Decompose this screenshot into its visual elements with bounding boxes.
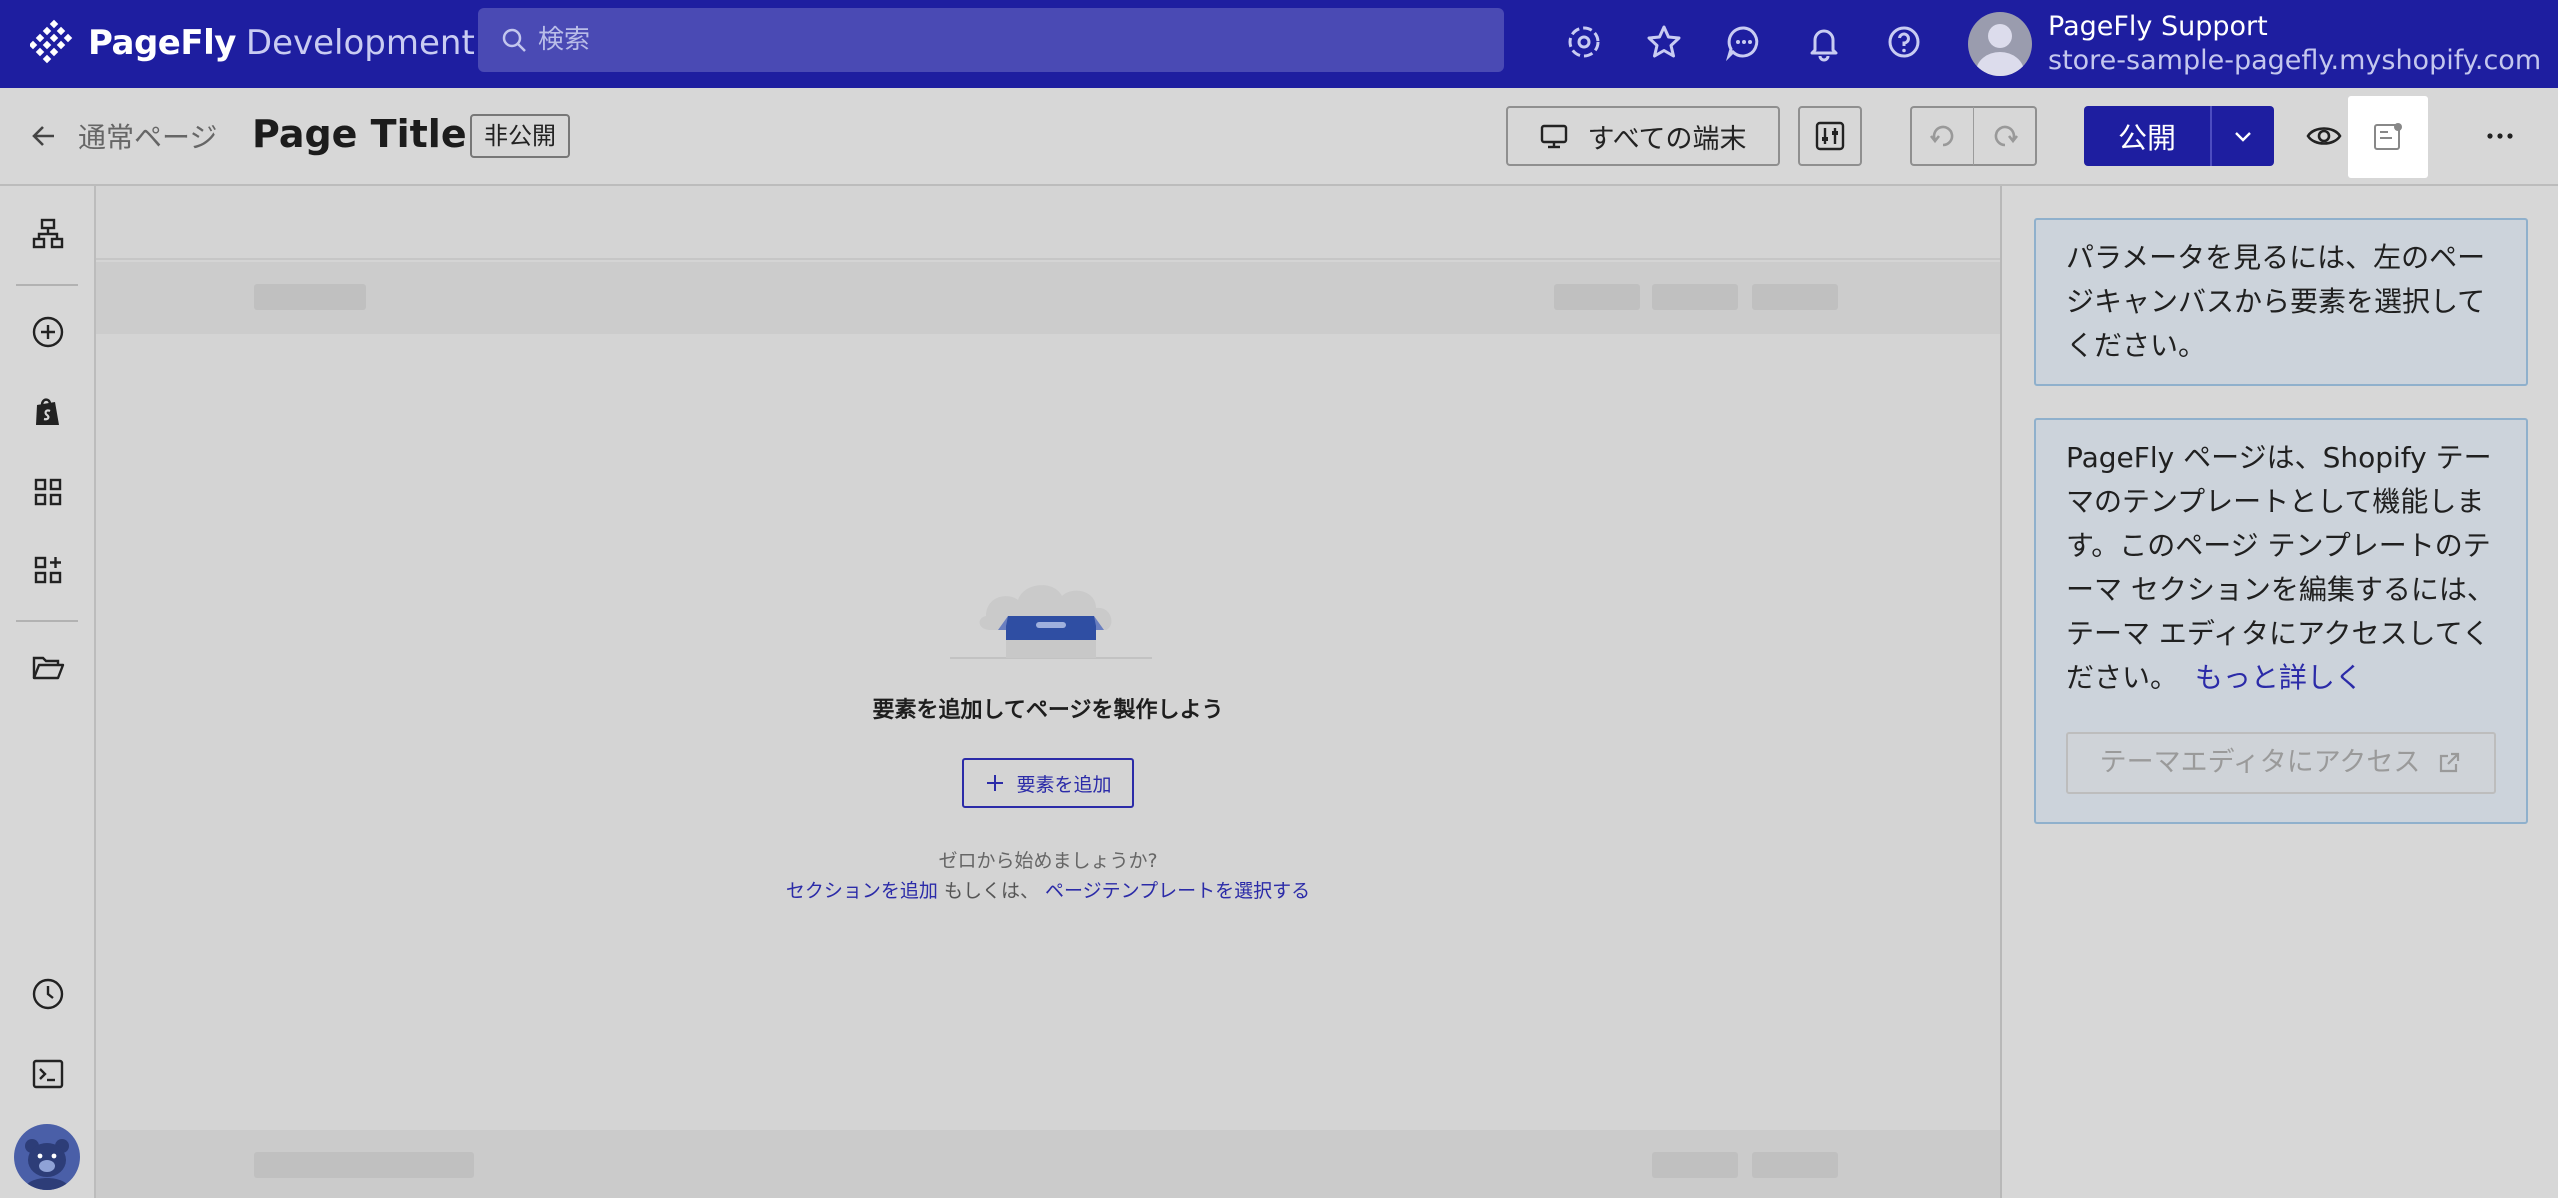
settings-gear-icon[interactable]: [1562, 20, 1606, 64]
preview-button[interactable]: [2300, 112, 2348, 160]
desktop-icon: [1541, 124, 1568, 149]
canvas-top-band: [96, 186, 2000, 260]
select-element-hint: パラメータを見るには、左のページキャンバスから要素を選択してください。: [2066, 241, 2486, 362]
undo-button[interactable]: [1910, 106, 1974, 166]
rail-divider: [16, 284, 78, 286]
theme-editor-button[interactable]: テーマエディタにアクセス: [2066, 732, 2496, 794]
grid-icon[interactable]: [26, 470, 70, 514]
account-menu[interactable]: PageFly Support store-sample-pagefly.mys…: [1968, 6, 2541, 82]
redo-button[interactable]: [1973, 106, 2037, 166]
plus-icon: [987, 775, 1004, 791]
publish-button[interactable]: 公開: [2084, 106, 2212, 166]
layers-icon[interactable]: [26, 212, 70, 256]
header-nav-skeleton: [1554, 284, 1640, 310]
more-options-button[interactable]: [2476, 112, 2524, 160]
undo-icon: [1929, 125, 1953, 147]
brand[interactable]: PageFly Development: [30, 18, 475, 68]
empty-state-title: 要素を追加してページを製作しよう: [872, 698, 1224, 723]
learn-more-link[interactable]: もっと詳しく: [2195, 661, 2363, 694]
back-label: 通常ページ: [78, 121, 218, 154]
device-selector-button[interactable]: すべての端末: [1506, 106, 1780, 166]
account-user-name: PageFly Support: [2048, 11, 2268, 42]
add-circle-icon[interactable]: [26, 310, 70, 354]
status-badge: 非公開: [470, 114, 570, 158]
header-nav-skeleton: [1752, 284, 1838, 310]
or-text: もしくは、: [943, 880, 1039, 902]
footer-skeleton: [254, 1152, 474, 1178]
page-note-icon: [2374, 123, 2402, 150]
arrow-left-icon: [32, 126, 54, 146]
back-button[interactable]: 通常ページ: [30, 116, 217, 156]
top-bar: PageFly Development 検索 PageFly Support s…: [0, 0, 2558, 88]
theme-footer-placeholder: [96, 1130, 2000, 1198]
history-clock-icon[interactable]: [26, 972, 70, 1016]
empty-state-actions: セクションを追加 もしくは、 ページテンプレートを選択する: [96, 876, 2000, 903]
empty-box-illustration-icon: [950, 585, 1152, 659]
star-icon[interactable]: [1642, 20, 1686, 64]
pagefly-logo-icon: [30, 19, 73, 64]
search-icon: [502, 28, 526, 52]
sliders-icon: [1815, 121, 1845, 151]
header-nav-skeleton: [1652, 284, 1738, 310]
add-element-button[interactable]: 要素を追加: [962, 758, 1134, 808]
footer-skeleton: [1752, 1152, 1838, 1178]
header-logo-skeleton: [254, 284, 366, 310]
theme-note: PageFly ページは、Shopify テーマのテンプレートとして機能します。…: [2066, 441, 2495, 694]
redo-icon: [1994, 125, 2018, 147]
external-link-icon: [2440, 752, 2460, 773]
more-horizontal-icon: [2487, 133, 2513, 139]
left-rail: [0, 186, 96, 1198]
device-label: すべての端末: [1587, 123, 1747, 155]
chat-icon[interactable]: [1722, 20, 1766, 64]
chevron-down-icon: [2235, 132, 2251, 142]
footer-skeleton: [1652, 1152, 1738, 1178]
empty-state-hint: ゼロから始めましょうか?: [938, 850, 1158, 872]
inspector-panel: パラメータを見るには、左のページキャンバスから要素を選択してください。 Page…: [2000, 186, 2558, 1198]
rail-divider: [16, 620, 78, 622]
search-input[interactable]: [538, 25, 1438, 55]
theme-header-placeholder: [96, 262, 2000, 334]
environment-label: Development: [245, 23, 475, 63]
theme-info-box: PageFly ページは、Shopify テーマのテンプレートとして機能します。…: [2034, 418, 2528, 824]
publish-split-button[interactable]: 公開: [2084, 106, 2274, 166]
account-store-domain: store-sample-pagefly.myshopify.com: [2048, 45, 2542, 76]
editor-toolbar: 通常ページ Page Title 非公開 すべての端末 公開: [0, 88, 2558, 186]
eye-icon: [2306, 127, 2342, 145]
page-canvas[interactable]: 要素を追加してページを製作しよう 要素を追加 ゼロから始めましょうか? セクショ…: [96, 186, 2000, 1198]
select-element-hint-box: パラメータを見るには、左のページキャンバスから要素を選択してください。: [2034, 218, 2528, 386]
search-box[interactable]: [478, 8, 1504, 72]
theme-editor-label: テーマエディタにアクセス: [2099, 747, 2421, 778]
add-element-label: 要素を追加: [1016, 773, 1112, 796]
add-section-link[interactable]: セクションを追加: [786, 880, 938, 902]
page-title[interactable]: Page Title: [252, 112, 467, 156]
add-grid-icon[interactable]: [26, 548, 70, 592]
choose-template-link[interactable]: ページテンプレートを選択する: [1045, 880, 1310, 902]
brand-name: PageFly: [88, 23, 236, 63]
shopify-bag-icon[interactable]: [26, 390, 70, 434]
folder-open-icon[interactable]: [26, 646, 70, 690]
mascot-avatar[interactable]: [14, 1124, 80, 1190]
help-icon[interactable]: [1882, 20, 1926, 64]
page-outline-button[interactable]: [2348, 96, 2428, 178]
avatar: [1968, 12, 2032, 76]
page-settings-button[interactable]: [1798, 106, 1862, 166]
publish-options-button[interactable]: [2212, 106, 2274, 166]
terminal-icon[interactable]: [26, 1052, 70, 1096]
bell-icon[interactable]: [1802, 20, 1846, 64]
